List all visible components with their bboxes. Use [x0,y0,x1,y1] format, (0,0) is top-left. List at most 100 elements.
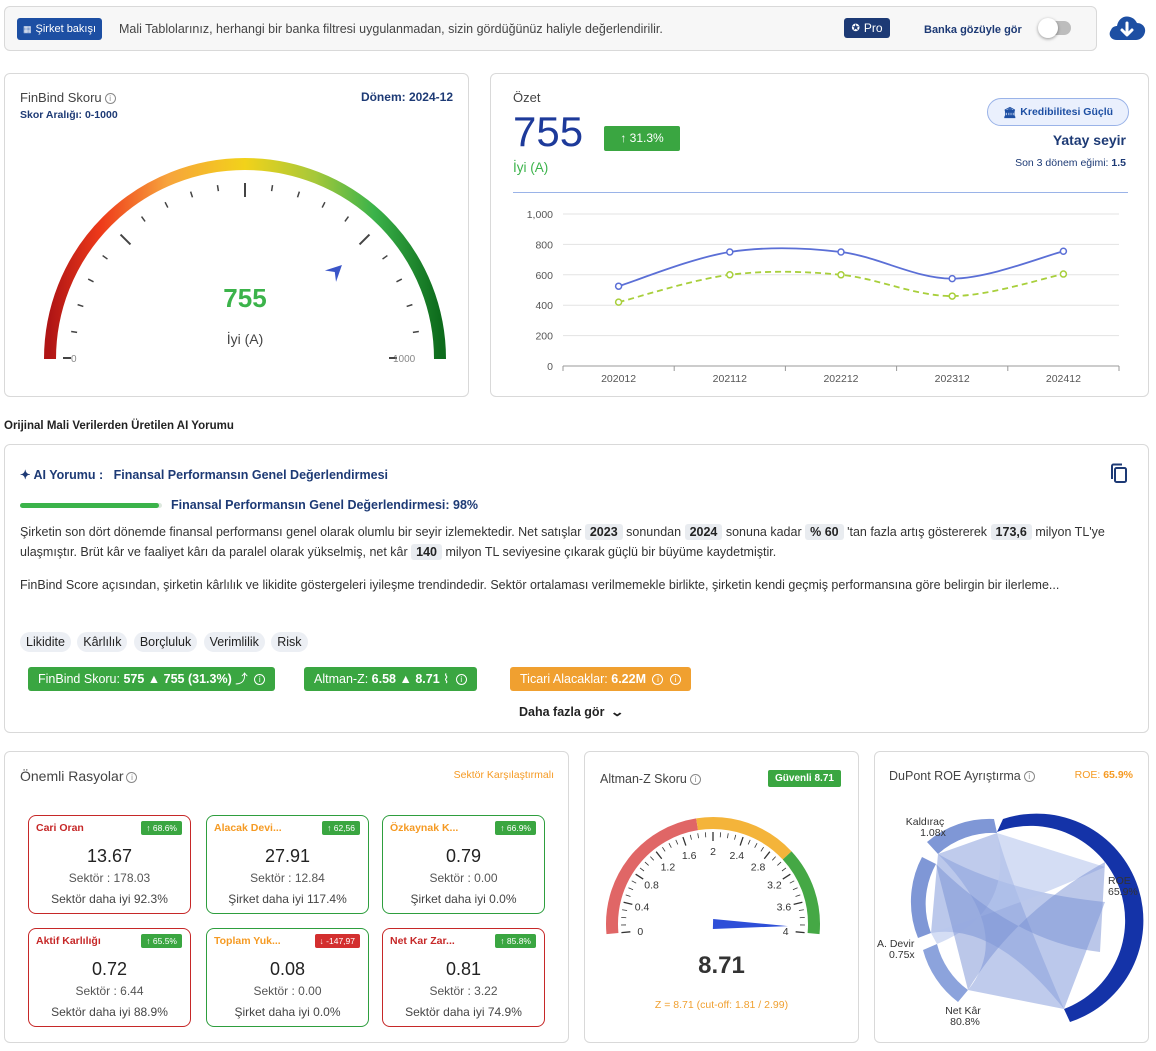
tag-chip[interactable]: Likidite [20,632,71,652]
gauge-tick [793,901,803,906]
data-point[interactable] [1059,270,1068,278]
gauge-tick [760,846,764,852]
x-tick-label: 202112 [713,373,747,385]
company-view-button[interactable]: ▦ Şirket bakışı [17,18,103,40]
info-icon[interactable]: i [669,674,681,686]
bank-view-label: Banka gözüyle gör [924,24,1022,36]
gauge-min-label: 0 [71,354,77,365]
gauge-tick [382,254,388,260]
x-tick-label: 202312 [935,373,970,385]
gauge-tick [140,216,146,222]
ratio-name: Cari Oran [36,822,84,834]
credibility-badge[interactable]: 🏛 Kredibilitesi Güçlü [987,98,1129,126]
ai-card: ✦ AI Yorumu : Finansal Performansın Gene… [4,444,1149,733]
data-point[interactable] [726,271,734,279]
gauge-tick [697,833,699,839]
data-point[interactable] [837,248,845,256]
dupont-title: DuPont ROE Ayrıştırma i [889,769,1035,783]
ratio-card[interactable]: Özkaynak K... ↑ 66.9% 0.79 Sektör : 0.00… [382,815,545,914]
info-icon[interactable]: i [104,93,116,105]
data-point[interactable] [726,248,734,256]
gauge-tick [795,931,805,934]
data-point[interactable] [614,298,623,306]
gauge-tick [655,851,663,860]
altman-value: 8.71 [698,952,745,979]
ratio-card[interactable]: Net Kar Zar... ↑ 85.8% 0.81 Sektör : 3.2… [382,928,545,1027]
metric-receivables[interactable]: Ticari Alacaklar: 6.22M i i [510,667,691,691]
gauge-tick [739,836,744,846]
ai-progress-bar [20,503,162,508]
info-icon[interactable]: i [652,674,664,686]
gauge-tick [623,901,633,906]
info-icon[interactable]: i [455,674,467,686]
ratio-sector: Sektör : 6.44 [75,984,144,998]
sparkle-icon: ✦ [20,468,31,482]
gauge-tick [777,861,782,866]
chart-icon: ⌇ [443,672,450,686]
ai-progress-fill [20,503,160,508]
y-tick-label: 0 [547,361,553,373]
x-tick-label: 202012 [601,373,636,385]
tag-chip[interactable]: Verimlilik [203,632,265,652]
summary-divider [513,192,1128,193]
show-more-button[interactable]: Daha fazla gör ⌄ [519,704,625,719]
data-point[interactable] [948,292,956,300]
metric-altman[interactable]: Altman-Z: 6.58 ▲ 8.71 ⌇ i [304,667,477,691]
pro-badge[interactable]: ✪ Pro [844,18,890,38]
gauge-tick [639,867,645,872]
finbind-score-card: FinBind Skoru i Skor Aralığı: 0-1000 Döne… [4,73,469,397]
info-icon[interactable]: i [689,774,701,786]
info-icon[interactable]: i [254,674,266,686]
gauge-tick-label: 3.6 [777,902,792,914]
score-line-chart: 0 200 400 600 800 1,000 202012 202112 202212 2023… [527,209,1120,385]
ratio-comparison: Şirket daha iyi 0.0% [234,1005,341,1019]
ratio-value: 0.72 [91,959,128,979]
ratio-name: Toplam Yuk... [214,935,281,947]
data-point[interactable] [948,274,956,283]
gauge-tick [734,834,737,840]
dupont-card: DuPont ROE Ayrıştırma i ROE: 65.9% Kaldır… [874,751,1149,1043]
slope-label: Son 3 dönem eğimi: 1.5 [1015,157,1126,169]
bank-view-toggle[interactable] [1038,18,1071,38]
node-value: 65.9% [1108,886,1138,898]
metric-finbind[interactable]: FinBind Skoru: 575 ▲ 755 (31.3%) ⤴ i [28,667,276,691]
gauge-tick [771,856,776,861]
ratios-card: Önemli Rasyolar i Sektör Karşılaştırmalı … [4,751,569,1043]
ratio-card[interactable]: Toplam Yuk... ↓ -147,97 0.08 Sektör : 0.… [206,928,369,1027]
tag-chip[interactable]: Kârlılık [77,632,128,652]
award-icon: ✪ [851,22,860,34]
summary-grade: İyi (A) [513,160,549,175]
ratio-change-badge: ↑ 65.5% [141,934,182,948]
gauge-tick-label: 2 [710,846,716,858]
gauge-tick [628,887,634,891]
ratio-comparison: Sektör daha iyi 88.9% [51,1005,168,1019]
tag-chip[interactable]: Risk [271,632,308,652]
data-point[interactable] [1059,247,1068,255]
tag-chip[interactable]: Borçluluk [133,632,198,652]
score-range: Skor Aralığı: 0-1000 [20,109,118,121]
altman-title: Altman-Z Skoru i [600,772,701,786]
data-point[interactable] [614,282,623,290]
gauge-needle [712,919,788,929]
copy-icon[interactable] [1109,463,1129,485]
gauge-tick [625,894,631,897]
sector-compare-link[interactable]: Sektör Karşılaştırmalı [454,769,554,781]
info-icon[interactable]: i [126,771,138,783]
gauge-tick [650,856,655,861]
building-icon: ▦ [23,24,32,34]
summary-change-badge: ↑ 31.3% [604,126,680,151]
gauge-tick [727,833,729,839]
cloud-download-icon[interactable] [1107,10,1147,44]
info-icon[interactable]: i [1023,771,1035,783]
ratio-card[interactable]: Aktif Karlılığı ↑ 65.5% 0.72 Sektör : 6.… [28,928,191,1027]
y-tick-label: 1,000 [527,209,553,221]
score-title: FinBind Skoru i [20,90,116,105]
gauge-tick [216,185,220,192]
data-point[interactable] [837,271,845,279]
ratio-card[interactable]: Alacak Devi... ↑ 62,56 27.91 Sektör : 12… [206,815,369,914]
ratio-sector: Sektör : 12.84 [250,871,325,885]
ratio-card[interactable]: Cari Oran ↑ 68.6% 13.67 Sektör : 178.03 … [28,815,191,914]
gauge-tick [781,867,787,872]
gauge-tick [798,909,804,911]
ratio-sector: Sektör : 0.00 [253,984,322,998]
